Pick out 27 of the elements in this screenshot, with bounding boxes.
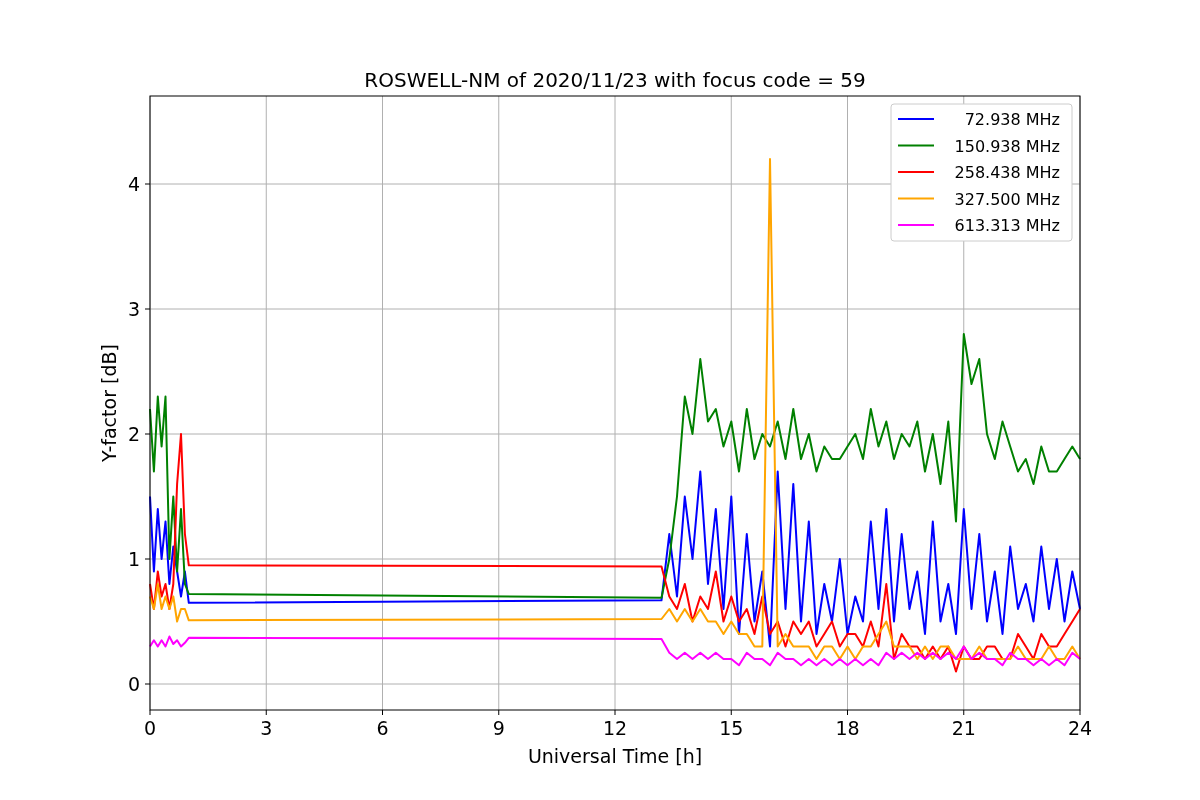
tick-label: 12: [602, 717, 628, 739]
tick-label: 15: [719, 717, 744, 739]
legend-line: [897, 171, 935, 173]
legend-label: 72.938 MHz: [964, 110, 1060, 129]
tick-label: 21: [951, 717, 976, 739]
legend-line: [897, 224, 935, 226]
tick-label: 0: [127, 673, 140, 695]
chart-title: ROSWELL-NM of 2020/11/23 with focus code = 59: [364, 68, 866, 92]
tick-label: 2: [127, 423, 140, 445]
tick-label: 4: [127, 173, 140, 195]
tick-label: 18: [835, 717, 860, 739]
legend-line: [897, 197, 935, 200]
legend-label: 258.438 MHz: [954, 163, 1060, 182]
tick-label: 3: [260, 717, 273, 739]
tick-label: 24: [1067, 717, 1093, 739]
axis-label: Universal Time [h]: [527, 745, 703, 767]
tick-label: 3: [127, 298, 140, 320]
legend-label: 613.313 MHz: [954, 216, 1060, 235]
legend-label: 327.500 MHz: [954, 189, 1060, 209]
tick-label: 6: [376, 717, 389, 739]
tick-label: 9: [492, 717, 505, 739]
tick-label: 1: [127, 548, 140, 570]
axis-label: Y-factor [dB]: [98, 344, 120, 462]
tick-label: 0: [143, 717, 157, 739]
legend-line: [897, 118, 935, 120]
legend-label: 150.938 MHz: [954, 136, 1060, 156]
legend-line: [897, 144, 935, 147]
